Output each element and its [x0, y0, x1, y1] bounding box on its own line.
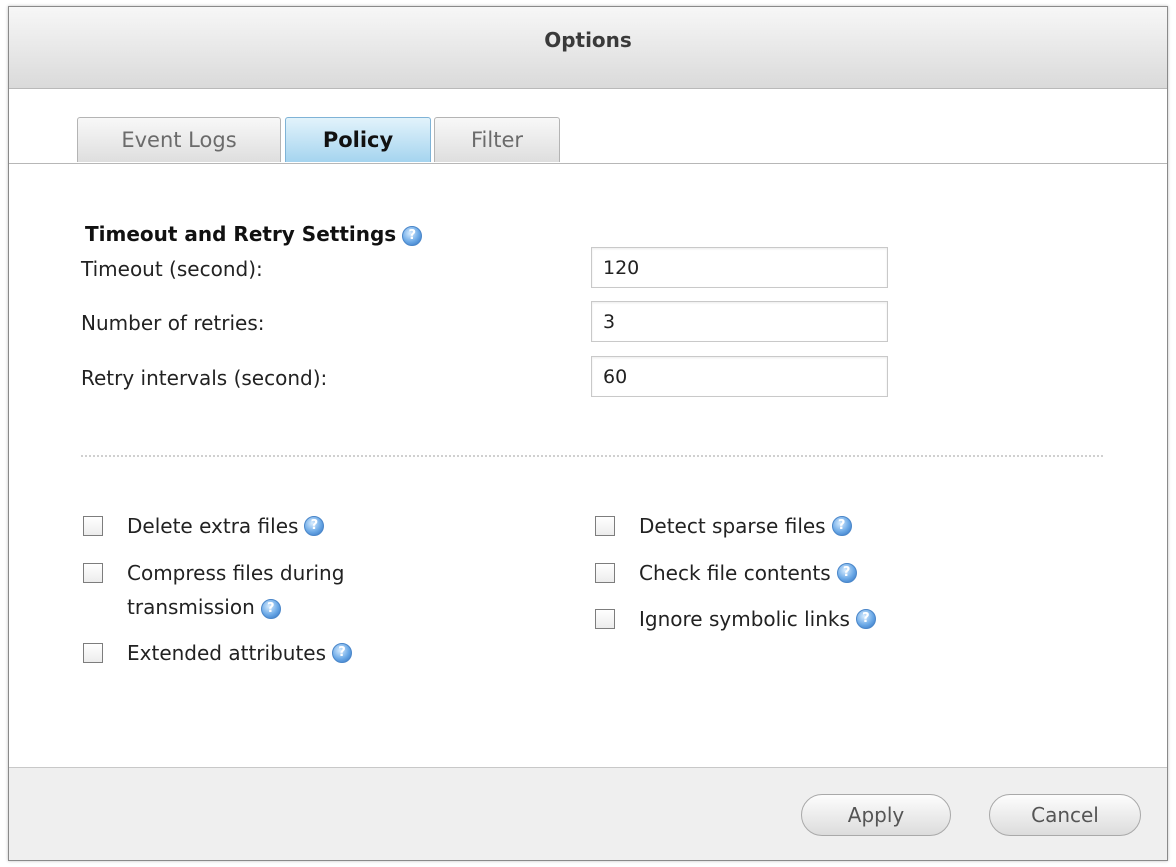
- tab-bar: Event Logs Policy Filter: [9, 89, 1167, 164]
- timeout-label: Timeout (second):: [81, 257, 263, 281]
- help-icon[interactable]: [332, 643, 353, 663]
- help-icon[interactable]: [831, 516, 852, 536]
- option-compress-files: Compress files during transmission: [83, 556, 344, 624]
- help-icon[interactable]: [836, 563, 857, 583]
- checkbox-detect-sparse-files[interactable]: [595, 516, 615, 536]
- option-detect-sparse-files: Detect sparse files: [595, 509, 852, 543]
- option-label: Detect sparse files: [639, 514, 826, 538]
- dialog-footer: Apply Cancel: [9, 767, 1167, 860]
- retries-label: Number of retries:: [81, 311, 265, 335]
- option-label: Compress files during transmission: [127, 556, 344, 624]
- help-icon[interactable]: [260, 598, 281, 619]
- apply-button[interactable]: Apply: [801, 794, 951, 836]
- checkbox-extended-attributes[interactable]: [83, 643, 103, 663]
- option-check-file-contents: Check file contents: [595, 556, 857, 590]
- option-ignore-symbolic-links: Ignore symbolic links: [595, 602, 876, 636]
- option-label-line2: transmission: [127, 595, 255, 619]
- help-icon[interactable]: [304, 516, 325, 536]
- timeout-section-title: Timeout and Retry Settings: [85, 222, 423, 246]
- option-label: Ignore symbolic links: [639, 607, 850, 631]
- timeout-input[interactable]: [591, 247, 888, 288]
- checkbox-compress-files[interactable]: [83, 563, 103, 583]
- section-divider: [81, 455, 1103, 457]
- retry-intervals-input[interactable]: [591, 356, 888, 397]
- dialog-title: Options: [544, 27, 632, 52]
- tab-policy[interactable]: Policy: [285, 117, 431, 162]
- option-label-line1: Compress files during: [127, 561, 345, 585]
- checkbox-delete-extra-files[interactable]: [83, 516, 103, 536]
- checkbox-ignore-symbolic-links[interactable]: [595, 609, 615, 629]
- option-delete-extra-files: Delete extra files: [83, 509, 325, 543]
- checkbox-check-file-contents[interactable]: [595, 563, 615, 583]
- help-icon[interactable]: [402, 225, 423, 246]
- tab-filter[interactable]: Filter: [434, 117, 560, 162]
- retry-intervals-label: Retry intervals (second):: [81, 366, 328, 390]
- options-dialog: Options Event Logs Policy Filter Timeout…: [8, 6, 1168, 861]
- timeout-section-title-text: Timeout and Retry Settings: [85, 222, 397, 246]
- cancel-button[interactable]: Cancel: [989, 794, 1141, 836]
- option-label: Delete extra files: [127, 514, 299, 538]
- help-icon[interactable]: [855, 609, 876, 629]
- option-label: Extended attributes: [127, 641, 327, 665]
- dialog-titlebar: Options: [9, 7, 1167, 89]
- option-extended-attributes: Extended attributes: [83, 636, 353, 670]
- option-label: Check file contents: [639, 561, 831, 585]
- retries-input[interactable]: [591, 301, 888, 342]
- tab-event-logs[interactable]: Event Logs: [77, 117, 281, 162]
